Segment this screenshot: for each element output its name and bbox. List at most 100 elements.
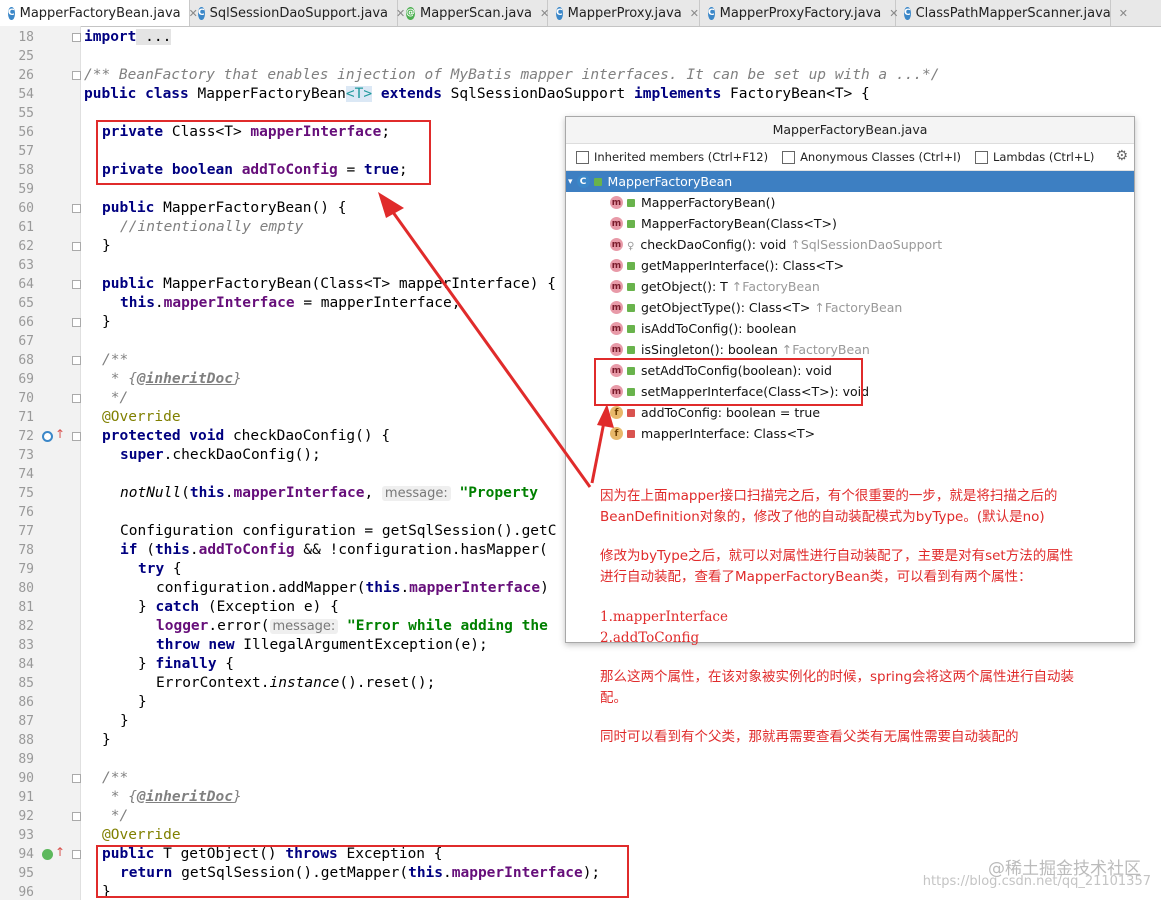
- inherited-members-checkbox[interactable]: Inherited members (Ctrl+F12): [576, 150, 768, 164]
- line-number: 70: [18, 391, 34, 406]
- fold-marker-icon[interactable]: [72, 280, 81, 289]
- tab-classpathmapperscanner[interactable]: C ClassPathMapperScanner.java ✕: [896, 0, 1128, 26]
- code-token: = mapperInterface;: [294, 295, 461, 311]
- line-number: 91: [18, 790, 34, 805]
- code-token: ,: [364, 485, 382, 501]
- code-token: protected void: [102, 428, 225, 444]
- tab-mapperscan[interactable]: @ MapperScan.java ✕: [398, 0, 549, 26]
- class-icon: C: [708, 6, 715, 20]
- method-icon: m: [610, 196, 623, 209]
- annotation-icon: @: [406, 6, 415, 20]
- public-access-icon: [627, 324, 635, 333]
- tree-member[interactable]: m ♀ checkDaoConfig(): void ↑SqlSessionDaoS…: [566, 234, 1134, 255]
- private-access-icon: [627, 408, 635, 417]
- tab-mapperproxy[interactable]: C MapperProxy.java ✕: [548, 0, 700, 26]
- inherited-from: ↑FactoryBean: [781, 342, 870, 357]
- implements-method-icon[interactable]: [42, 849, 53, 860]
- code-line: 18 import ...: [0, 28, 1161, 47]
- editor-tab-bar: C MapperFactoryBean.java ✕ C SqlSessionDaoS…: [0, 0, 1161, 27]
- code-token: implements: [634, 86, 722, 102]
- close-icon[interactable]: ✕: [690, 7, 699, 20]
- checkbox-icon: [782, 150, 796, 164]
- tree-member[interactable]: m getObject(): T ↑FactoryBean: [566, 276, 1134, 297]
- code-token: //intentionally empty: [120, 219, 304, 235]
- tab-mapperproxyfactory[interactable]: C MapperProxyFactory.java ✕: [700, 0, 898, 26]
- fold-marker-icon[interactable]: [72, 71, 81, 80]
- code-token: }: [120, 713, 129, 729]
- annotation-text: 1.mapperInterface 2.addToConfig: [600, 607, 728, 649]
- line-number: 73: [18, 448, 34, 463]
- code-token: addToConfig: [198, 542, 295, 558]
- tree-member[interactable]: m MapperFactoryBean(Class<T>): [566, 213, 1134, 234]
- code-token: }: [102, 314, 111, 330]
- tab-label: MapperProxyFactory.java: [719, 5, 882, 21]
- tab-label: ClassPathMapperScanner.java: [915, 5, 1111, 21]
- line-number: 55: [18, 106, 34, 121]
- code-token: catch: [155, 599, 200, 615]
- code-token: }: [138, 599, 156, 615]
- anonymous-classes-checkbox[interactable]: Anonymous Classes (Ctrl+I): [782, 150, 961, 164]
- code-token: this: [120, 295, 155, 311]
- method-icon: m: [610, 280, 623, 293]
- code-token: extends: [372, 86, 442, 102]
- fold-marker-icon[interactable]: [72, 812, 81, 821]
- annotation-line: 2.addToConfig: [600, 630, 700, 646]
- code-token: ): [540, 580, 549, 596]
- tree-member[interactable]: f mapperInterface: Class<T>: [566, 423, 1134, 444]
- fold-marker-icon[interactable]: [72, 850, 81, 859]
- code-token: FactoryBean<T> {: [721, 86, 870, 102]
- line-number: 74: [18, 467, 34, 482]
- member-signature: addToConfig: boolean = true: [641, 405, 821, 420]
- member-signature: checkDaoConfig(): void: [640, 237, 787, 252]
- override-method-icon[interactable]: [42, 431, 53, 442]
- tree-root-class[interactable]: ▾ C MapperFactoryBean: [566, 171, 1134, 192]
- method-icon: m: [610, 343, 623, 356]
- line-number: 65: [18, 296, 34, 311]
- field-icon: f: [610, 406, 623, 419]
- tab-label: MapperProxy.java: [567, 5, 682, 21]
- line-number: 89: [18, 752, 34, 767]
- setters-highlight-box: [594, 358, 863, 406]
- tab-label: MapperScan.java: [420, 5, 533, 21]
- line-number: 66: [18, 315, 34, 330]
- annotation-line: 那么这两个属性，在该对象被实例化的时候，spring会将这两个属性进行自动装: [600, 669, 1075, 685]
- code-token: }: [232, 371, 242, 387]
- line-number: 58: [18, 163, 34, 178]
- tree-member[interactable]: m getMapperInterface(): Class<T>: [566, 255, 1134, 276]
- code-token: MapperFactoryBean() {: [154, 200, 347, 216]
- fold-marker-icon[interactable]: [72, 204, 81, 213]
- fold-marker-icon[interactable]: [72, 356, 81, 365]
- annotation-text: 因为在上面mapper接口扫描完之后，有个很重要的一步，就是将扫描之后的 Bea…: [600, 486, 1057, 528]
- class-icon: C: [8, 6, 15, 20]
- fold-marker-icon[interactable]: [72, 432, 81, 441]
- tree-member[interactable]: m MapperFactoryBean(): [566, 192, 1134, 213]
- fold-marker-icon[interactable]: [72, 394, 81, 403]
- code-token: }: [102, 732, 111, 748]
- line-number: 26: [18, 68, 34, 83]
- annotation-text: 修改为byType之后，就可以对属性进行自动装配了，主要是对有set方法的属性 …: [600, 546, 1073, 588]
- code-token: this: [365, 580, 401, 596]
- checkbox-label: Inherited members (Ctrl+F12): [594, 150, 769, 164]
- close-icon[interactable]: ✕: [1119, 7, 1128, 20]
- lambdas-checkbox[interactable]: Lambdas (Ctrl+L): [974, 150, 1094, 164]
- tree-member[interactable]: m isSingleton(): boolean ↑FactoryBean: [566, 339, 1134, 360]
- fold-marker-icon[interactable]: [72, 242, 81, 251]
- fold-marker-icon[interactable]: [72, 774, 81, 783]
- fold-marker-icon[interactable]: [72, 318, 81, 327]
- fold-marker-icon[interactable]: [72, 33, 81, 42]
- code-token: "Error while adding the: [338, 618, 548, 634]
- code-token: @Override: [102, 409, 181, 425]
- code-token: finally: [155, 656, 217, 672]
- checkbox-label: Anonymous Classes (Ctrl+I): [800, 150, 961, 164]
- line-number: 63: [18, 258, 34, 273]
- tab-sqlsessiondaosupport[interactable]: C SqlSessionDaoSupport.java ✕: [190, 0, 405, 26]
- line-number: 68: [18, 353, 34, 368]
- protected-access-icon: ♀: [627, 240, 635, 252]
- line-number: 18: [18, 30, 34, 45]
- code-token: .checkDaoConfig();: [163, 447, 321, 463]
- tree-member[interactable]: m isAddToConfig(): boolean: [566, 318, 1134, 339]
- tab-mapperfactorybean[interactable]: C MapperFactoryBean.java ✕: [0, 0, 198, 26]
- public-access-icon: [627, 198, 635, 207]
- gear-icon[interactable]: ⚙: [1115, 148, 1128, 164]
- tree-member[interactable]: m getObjectType(): Class<T> ↑FactoryBean: [566, 297, 1134, 318]
